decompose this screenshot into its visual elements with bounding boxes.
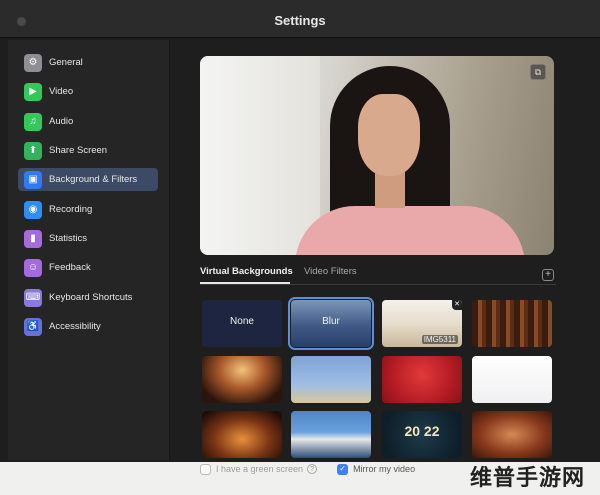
settings-window: Settings ⚙ General ▶ Video ♫ Audio ⬆ Share Scre…	[0, 0, 600, 462]
preview-person-shirt	[295, 206, 525, 255]
share-screen-icon: ⬆	[24, 141, 42, 160]
sidebar-item-keyboard-shortcuts[interactable]: ⌨ Keyboard Shortcuts	[18, 286, 158, 309]
add-background-button[interactable]: +	[542, 269, 554, 281]
headphones-icon: ♫	[24, 112, 42, 131]
sidebar-item-feedback[interactable]: ☺ Feedback	[18, 256, 158, 279]
sidebar-item-label: Audio	[49, 116, 74, 127]
preview-person-face	[358, 94, 420, 176]
statistics-icon: ▮	[24, 229, 42, 248]
background-tile-label: Blur	[322, 316, 340, 327]
keyboard-icon: ⌨	[24, 288, 42, 307]
background-tile-image-opera[interactable]	[291, 411, 371, 458]
background-tile-image-room[interactable]	[472, 411, 552, 458]
background-tile-image-sky[interactable]	[291, 356, 371, 403]
tab-virtual-backgrounds[interactable]: Virtual Backgrounds	[200, 266, 293, 277]
tabs-divider	[200, 284, 556, 285]
background-icon: ▣	[24, 170, 42, 189]
tab-video-filters[interactable]: Video Filters	[304, 266, 357, 277]
sidebar-item-share-screen[interactable]: ⬆ Share Screen	[18, 139, 158, 162]
sidebar-item-label: Feedback	[49, 262, 91, 273]
remove-background-icon[interactable]: ✕	[452, 300, 462, 310]
sidebar-item-background-filters[interactable]: ▣ Background & Filters	[18, 168, 158, 191]
background-tile-none[interactable]: None	[202, 300, 282, 347]
sidebar-item-recording[interactable]: ◉ Recording	[18, 198, 158, 221]
title-bar: Settings	[0, 0, 600, 38]
video-preview: ⧉	[200, 56, 554, 255]
feedback-icon: ☺	[24, 258, 42, 277]
mirror-video-checkbox[interactable]: ✓	[337, 463, 349, 475]
pop-out-icon[interactable]: ⧉	[530, 64, 546, 80]
video-camera-icon: ▶	[24, 82, 42, 101]
background-tile-image-red[interactable]	[382, 356, 462, 403]
background-filters-panel: ⧉ Virtual Backgrounds Video Filters + No…	[171, 40, 600, 460]
sidebar-item-label: Background & Filters	[49, 174, 138, 185]
preview-window-light	[200, 56, 320, 255]
background-tile-image-hall[interactable]	[202, 356, 282, 403]
sidebar-item-label: Statistics	[49, 233, 88, 244]
sidebar-item-label: Video	[49, 86, 74, 97]
background-tile-blur[interactable]: Blur	[288, 297, 374, 350]
window-title: Settings	[274, 13, 326, 28]
sidebar-item-video[interactable]: ▶ Video	[18, 80, 158, 103]
sidebar-item-label: Share Screen	[49, 145, 108, 156]
gear-icon: ⚙	[24, 53, 42, 72]
background-tile-image-lights[interactable]	[202, 411, 282, 458]
new-year-graphic: 20 22	[404, 423, 440, 439]
accessibility-icon: ♿	[24, 317, 42, 336]
background-tile-image-white[interactable]	[472, 356, 552, 403]
background-tile-image-library[interactable]	[472, 300, 552, 347]
sidebar-item-accessibility[interactable]: ♿ Accessibility	[18, 315, 158, 338]
sidebar-item-label: Keyboard Shortcuts	[49, 292, 133, 303]
background-tile-image-2022[interactable]: 20 22	[382, 411, 462, 458]
background-options: I have a green screen ? ✓ Mirror my vide…	[200, 461, 415, 477]
recording-icon: ◉	[24, 200, 42, 219]
sidebar-item-label: Accessibility	[49, 321, 101, 332]
mirror-video-label: Mirror my video	[353, 464, 416, 474]
sidebar-item-label: General	[49, 57, 83, 68]
green-screen-label: I have a green screen	[216, 464, 304, 474]
sidebar-item-audio[interactable]: ♫ Audio	[18, 110, 158, 133]
sidebar-item-label: Recording	[49, 204, 93, 215]
site-watermark: 维普手游网	[470, 466, 586, 491]
settings-sidebar: ⚙ General ▶ Video ♫ Audio ⬆ Share Screen ▣ Backgr…	[8, 40, 170, 460]
sidebar-item-general[interactable]: ⚙ General	[18, 51, 158, 74]
background-file-caption: IMG5311	[421, 335, 458, 344]
background-tile-image-office[interactable]: IMG5311 ✕	[382, 300, 462, 347]
green-screen-checkbox[interactable]	[200, 463, 211, 475]
sidebar-item-statistics[interactable]: ▮ Statistics	[18, 227, 158, 250]
help-icon[interactable]: ?	[307, 464, 318, 474]
background-tile-label: None	[230, 316, 254, 327]
